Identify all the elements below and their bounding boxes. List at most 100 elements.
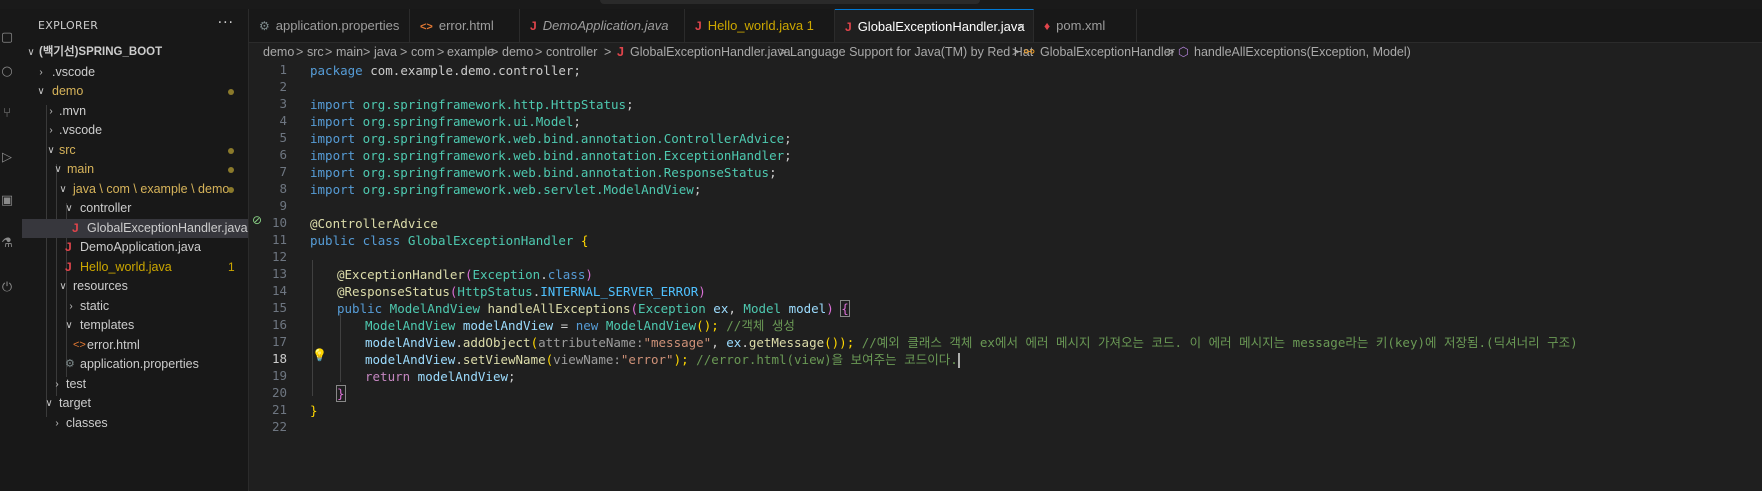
breadcrumb-item[interactable]: java <box>374 42 397 62</box>
code-bracket-matched: } <box>336 385 346 402</box>
code-variable: modelAndView <box>365 335 456 350</box>
tree-item-classes[interactable]: › classes <box>22 414 248 433</box>
tree-item-vscode-demo[interactable]: › .vscode <box>22 121 248 140</box>
tree-item-root[interactable]: ∨ (백기선)SPRING_BOOT <box>22 43 248 62</box>
run-debug-icon[interactable]: ▷ <box>0 149 14 165</box>
breadcrumb-item[interactable]: com <box>411 42 435 62</box>
tree-item-test[interactable]: › test <box>22 375 248 394</box>
code-type: ModelAndView <box>603 182 694 197</box>
tree-item-controller[interactable]: ∨ controller <box>22 199 248 218</box>
breadcrumb-separator: > <box>604 45 612 59</box>
tree-item-globalexceptionhandler[interactable]: J GlobalExceptionHandler.java <box>22 219 248 238</box>
no-ref-circle-icon[interactable]: ⊘ <box>252 213 262 227</box>
tab-application-properties[interactable]: ⚙ application.properties <box>249 9 410 42</box>
tree-item-vscode[interactable]: › .vscode <box>22 63 248 82</box>
code-editor[interactable]: 1 2 3 4 5 6 7 8 9 10 11 12 13 14 15 16 1… <box>249 62 1762 491</box>
code-package: org.springframework.web.bind.annotation. <box>355 131 664 146</box>
problem-count-badge: 1 <box>228 260 235 274</box>
code-keyword: import <box>310 114 356 129</box>
breadcrumb-item[interactable]: src <box>307 42 324 62</box>
code-keyword: public <box>310 233 356 248</box>
tree-item-templates[interactable]: ∨ templates <box>22 316 248 335</box>
breadcrumb-item[interactable]: main <box>336 42 363 62</box>
breadcrumb-item[interactable]: GlobalExceptionHandler <box>1040 42 1175 62</box>
line-number: 15 <box>271 300 287 315</box>
code-package: org.springframework.web.bind.annotation. <box>355 148 664 163</box>
line-number: 9 <box>279 198 287 213</box>
code-type: HttpStatus <box>457 284 533 299</box>
tree-item-src[interactable]: ∨ src <box>22 141 248 160</box>
tree-item-resources[interactable]: ∨ resources <box>22 277 248 296</box>
breadcrumb-item[interactable]: demo <box>502 42 533 62</box>
more-actions-icon[interactable]: ··· <box>218 15 234 31</box>
code-bracket: ()); <box>824 335 855 350</box>
tree-item-main[interactable]: ∨ main <box>22 160 248 179</box>
code-bracket: { <box>573 233 589 248</box>
spring-boot-icon[interactable]: ⏻ <box>0 279 14 295</box>
tree-item-label: .vscode <box>59 123 103 137</box>
breadcrumb-item[interactable]: example <box>447 42 494 62</box>
tree-item-demo[interactable]: ∨ demo <box>22 82 248 101</box>
chevron-right-icon: › <box>49 125 53 136</box>
tree-item-mvn[interactable]: › .mvn <box>22 102 248 121</box>
code-line: import org.springframework.web.bind.anno… <box>310 147 792 164</box>
files-icon[interactable]: ▢ <box>0 29 14 45</box>
chevron-down-icon: ∨ <box>59 184 67 195</box>
tree-item-application-properties[interactable]: ⚙ application.properties <box>22 355 248 374</box>
title-bar <box>0 0 1762 9</box>
breadcrumb-item[interactable]: controller <box>546 42 597 62</box>
code-function: addObject <box>462 335 531 350</box>
tab-demoapplication[interactable]: J DemoApplication.java <box>520 9 685 42</box>
code-package: org.springframework.ui. <box>355 114 536 129</box>
code-string: "error" <box>620 352 674 367</box>
search-icon[interactable]: ○ <box>0 63 14 79</box>
command-center[interactable] <box>600 0 980 4</box>
code-package: org.springframework.web.bind.annotation. <box>355 165 664 180</box>
code-keyword: return <box>365 369 411 384</box>
tab-globalexceptionhandler[interactable]: J GlobalExceptionHandler.java × <box>835 9 1034 42</box>
testing-icon[interactable]: ⚗ <box>0 235 14 251</box>
code-text: ; <box>693 182 702 197</box>
chevron-right-icon: › <box>49 106 53 117</box>
chevron-down-icon: ∨ <box>54 164 62 175</box>
indent-guide <box>312 260 313 396</box>
code-type: GlobalExceptionHandler <box>400 233 574 248</box>
tree-item-label: java \ com \ example \ demo <box>73 182 230 196</box>
breadcrumb-item[interactable]: Language Support for Java(TM) by Red Hat <box>790 42 1033 62</box>
close-icon[interactable]: × <box>1017 10 1025 43</box>
breadcrumb-item[interactable]: GlobalExceptionHandler.java <box>630 42 791 62</box>
code-bracket-matched: { <box>840 300 850 317</box>
tab-hello-world[interactable]: J Hello_world.java 1 <box>685 9 835 42</box>
tree-item-hello-world[interactable]: J Hello_world.java 1 <box>22 258 248 277</box>
code-line: @ResponseStatus(HttpStatus.INTERNAL_SERV… <box>337 283 706 300</box>
tab-pom-xml[interactable]: ♦ pom.xml <box>1034 9 1137 42</box>
tree-item-target[interactable]: ∨ target <box>22 394 248 413</box>
breadcrumb-item[interactable]: demo <box>263 42 294 62</box>
tree-item-label: (백기선)SPRING_BOOT <box>39 46 163 58</box>
gear-icon: ⚙ <box>259 19 270 33</box>
extensions-icon[interactable]: ▣ <box>0 192 14 208</box>
activity-bar: ▢ ○ ⑂ ▷ ▣ ⚗ ⏻ <box>0 9 23 491</box>
chevron-down-icon: ∨ <box>65 203 73 214</box>
tab-error-html[interactable]: <> error.html <box>410 9 520 42</box>
tree-item-demoapplication[interactable]: J DemoApplication.java <box>22 238 248 257</box>
tree-item-label: .vscode <box>52 65 96 79</box>
tree-item-static[interactable]: › static <box>22 297 248 316</box>
tab-label: DemoApplication.java <box>542 18 669 33</box>
breadcrumb: demo > src > main > java > com > example… <box>249 42 1762 62</box>
code-type: Exception <box>638 301 706 316</box>
breadcrumb-item[interactable]: handleAllExceptions(Exception, Model) <box>1194 42 1411 62</box>
tree-item-java-package[interactable]: ∨ java \ com \ example \ demo <box>22 180 248 199</box>
code-text: ; <box>508 369 516 384</box>
code-type: ResponseStatus <box>663 165 770 180</box>
source-control-icon[interactable]: ⑂ <box>0 105 14 121</box>
lightbulb-icon[interactable]: 💡 <box>312 348 327 362</box>
code-bracket: ( <box>530 335 539 350</box>
tree-item-error-html[interactable]: <> error.html <box>22 336 248 355</box>
code-text: . <box>455 352 463 367</box>
code-variable: model <box>781 301 827 316</box>
code-keyword: import <box>310 131 356 146</box>
code-variable: ex <box>705 301 729 316</box>
gear-icon: ⚙ <box>65 358 75 370</box>
code-line: public ModelAndView handleAllExceptions(… <box>337 300 850 317</box>
